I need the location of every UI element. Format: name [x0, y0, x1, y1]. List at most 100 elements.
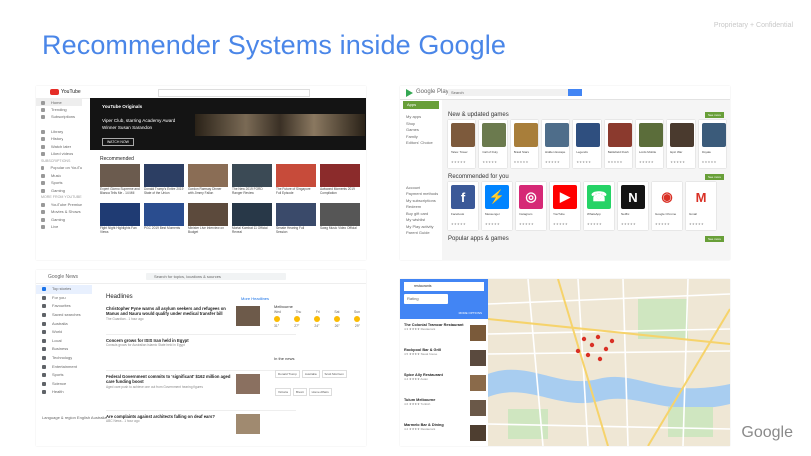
news-sidebar-item[interactable]: Sports	[36, 371, 92, 380]
news-sidebar-item[interactable]: Australia	[36, 319, 92, 328]
play-sidebar-item[interactable]: Parent Guide	[406, 230, 430, 236]
video-card[interactable]: Awkward Moments 2019 Compilation	[320, 164, 360, 199]
game-card[interactable]: Royale ★★★★★	[698, 120, 726, 168]
video-thumbnail[interactable]	[100, 203, 140, 226]
video-title[interactable]: Expert Giorno Supreme and Blanca Tells M…	[100, 187, 140, 199]
news-sidebar-item[interactable]: Top stories	[36, 285, 92, 294]
app-card[interactable]: ◎ Instagram ★★★★★	[516, 182, 546, 230]
place-result[interactable]: Spice Ally Restaurant 4.4 ★★★★ Asian	[404, 373, 486, 397]
app-card[interactable]: N Netflix ★★★★★	[618, 182, 648, 230]
play-sidebar-item[interactable]: Account	[406, 185, 420, 191]
video-card[interactable]: The New 2019 FORD Ranger Review	[232, 164, 272, 199]
place-photo[interactable]	[470, 375, 486, 391]
story-headline[interactable]: Christopher Pyne warns all asylum seeker…	[106, 306, 231, 317]
play-sidebar-item[interactable]: Games	[406, 127, 419, 133]
news-sidebar-item[interactable]: Science	[36, 380, 92, 389]
story-thumbnail[interactable]	[236, 306, 260, 326]
video-title[interactable]: PGC 2019 Best Moments	[144, 226, 184, 238]
video-title[interactable]: Fight Night Highlights Fan Views	[100, 226, 140, 238]
place-photo[interactable]	[470, 400, 486, 416]
play-search-input[interactable]: Search	[448, 89, 568, 96]
video-title[interactable]: The New 2019 FORD Ranger Review	[232, 187, 272, 199]
video-title[interactable]: Gordon Ramsay Dinner with Jimmy Fallon	[188, 187, 228, 199]
video-card[interactable]: Mortal Kombat 11 Official Reveal	[232, 203, 272, 238]
yt-more-item[interactable]: Movies & Shows	[36, 209, 82, 216]
video-thumbnail[interactable]	[144, 164, 184, 187]
place-photo[interactable]	[470, 350, 486, 366]
see-more-button[interactable]: See more	[704, 236, 724, 242]
game-card[interactable]: Brawl Stars ★★★★★	[510, 120, 538, 168]
play-wordmark[interactable]: Google Play	[416, 89, 449, 95]
video-thumbnail[interactable]	[276, 164, 316, 187]
game-card[interactable]: Battlefield Rush ★★★★★	[604, 120, 632, 168]
more-headlines-link[interactable]: More Headlines	[241, 296, 269, 302]
video-title[interactable]: Senate Hearing Full Session	[276, 226, 316, 238]
yt-subscription-item[interactable]: Gaming	[36, 187, 82, 194]
video-card[interactable]: Minister Live Interview on Budget	[188, 203, 228, 238]
news-search-input[interactable]: Search for topics, locations & sources	[146, 273, 286, 280]
topic-chip[interactable]: Victoria	[275, 388, 291, 396]
video-card[interactable]: Gordon Ramsay Dinner with Jimmy Fallon	[188, 164, 228, 199]
app-card[interactable]: ☎ WhatsApp ★★★★★	[584, 182, 614, 230]
app-card[interactable]: ◉ Google Chrome ★★★★★	[652, 182, 682, 230]
news-story[interactable]: Federal Government commits to 'significa…	[106, 374, 231, 390]
news-sidebar-item[interactable]: For you	[36, 294, 92, 303]
play-search-button[interactable]	[568, 89, 582, 96]
topic-chip[interactable]: Scott Morrison	[321, 370, 347, 378]
video-thumbnail[interactable]	[232, 164, 272, 187]
news-story[interactable]: Christopher Pyne warns all asylum seeker…	[106, 306, 231, 322]
maps-search-input[interactable]: restaurants	[404, 282, 484, 291]
topic-chip[interactable]: Home Affairs	[308, 388, 332, 396]
map-canvas[interactable]	[488, 279, 730, 446]
news-sidebar-item[interactable]: Favourites	[36, 302, 92, 311]
yt-nav-item[interactable]: Home	[36, 99, 82, 107]
video-title[interactable]: Swag Music Video Official	[320, 226, 360, 238]
yt-more-item[interactable]: YouTube Premium	[36, 201, 82, 208]
yt-library-item[interactable]: Liked videos	[36, 150, 82, 157]
yt-subscription-item[interactable]: Popular on YouTube	[36, 165, 82, 172]
video-card[interactable]: Fight Night Highlights Fan Views	[100, 203, 140, 238]
video-card[interactable]: The Future of Singapore Full Episode	[276, 164, 316, 199]
story-thumbnail[interactable]	[236, 374, 260, 394]
yt-more-item[interactable]: Live	[36, 223, 82, 230]
play-sidebar-item[interactable]: Buy gift card	[406, 211, 428, 217]
video-card[interactable]: Senate Hearing Full Session	[276, 203, 316, 238]
news-story[interactable]: Are complaints against architects fallin…	[106, 414, 231, 424]
play-sidebar-item[interactable]: My wishlist	[406, 217, 425, 223]
app-card[interactable]: ▶ YouTube ★★★★★	[550, 182, 580, 230]
place-photo[interactable]	[470, 325, 486, 341]
play-sidebar-item[interactable]: Payment methods	[406, 191, 438, 197]
news-wordmark[interactable]: Google News	[48, 274, 78, 280]
see-more-button[interactable]: See more	[704, 174, 724, 180]
topic-chip[interactable]: Australia	[301, 370, 320, 378]
language-region-link[interactable]: Language & region English Australia	[42, 415, 107, 421]
play-sidebar-item[interactable]: Editors' Choice	[406, 140, 433, 146]
play-sidebar-item[interactable]: My subscriptions	[406, 198, 436, 204]
game-card[interactable]: Epic War ★★★★★	[667, 120, 695, 168]
game-card[interactable]: Lords Mobile ★★★★★	[635, 120, 664, 168]
maps-filter-chip[interactable]: Rating	[404, 294, 448, 304]
play-sidebar-item[interactable]: Family	[406, 134, 418, 140]
news-sidebar-item[interactable]: Business	[36, 345, 92, 354]
play-sidebar-item[interactable]: Shop	[406, 121, 415, 127]
see-more-button[interactable]: See more	[704, 112, 724, 118]
news-sidebar-item[interactable]: World	[36, 328, 92, 337]
youtube-logo-icon[interactable]	[50, 89, 59, 95]
video-thumbnail[interactable]	[320, 164, 360, 187]
topic-chip[interactable]: Brexit	[292, 388, 307, 396]
story-thumbnail[interactable]	[236, 414, 260, 434]
yt-more-item[interactable]: Gaming	[36, 216, 82, 223]
game-card[interactable]: Hidden Escape ★★★★★	[541, 120, 570, 168]
play-sidebar-item[interactable]: My apps	[406, 114, 421, 120]
place-result[interactable]: The Colonial Tramcar Restaurant 4.3 ★★★★ …	[404, 323, 486, 347]
yt-library-item[interactable]: Library	[36, 128, 82, 135]
video-thumbnail[interactable]	[276, 203, 316, 226]
more-options-button[interactable]: MORE OPTIONS	[459, 311, 482, 315]
yt-library-item[interactable]: Watch later	[36, 143, 82, 150]
watch-now-button[interactable]: WATCH NOW	[102, 138, 134, 146]
apps-tab[interactable]: Apps	[403, 101, 439, 109]
youtube-banner[interactable]: YouTube Originals Viper Club, starring A…	[90, 98, 366, 150]
place-result[interactable]: Tulum Melbourne 4.6 ★★★★ Turkish	[404, 398, 486, 422]
app-card[interactable]: M Gmail ★★★★★	[686, 182, 716, 230]
place-photo[interactable]	[470, 425, 486, 441]
